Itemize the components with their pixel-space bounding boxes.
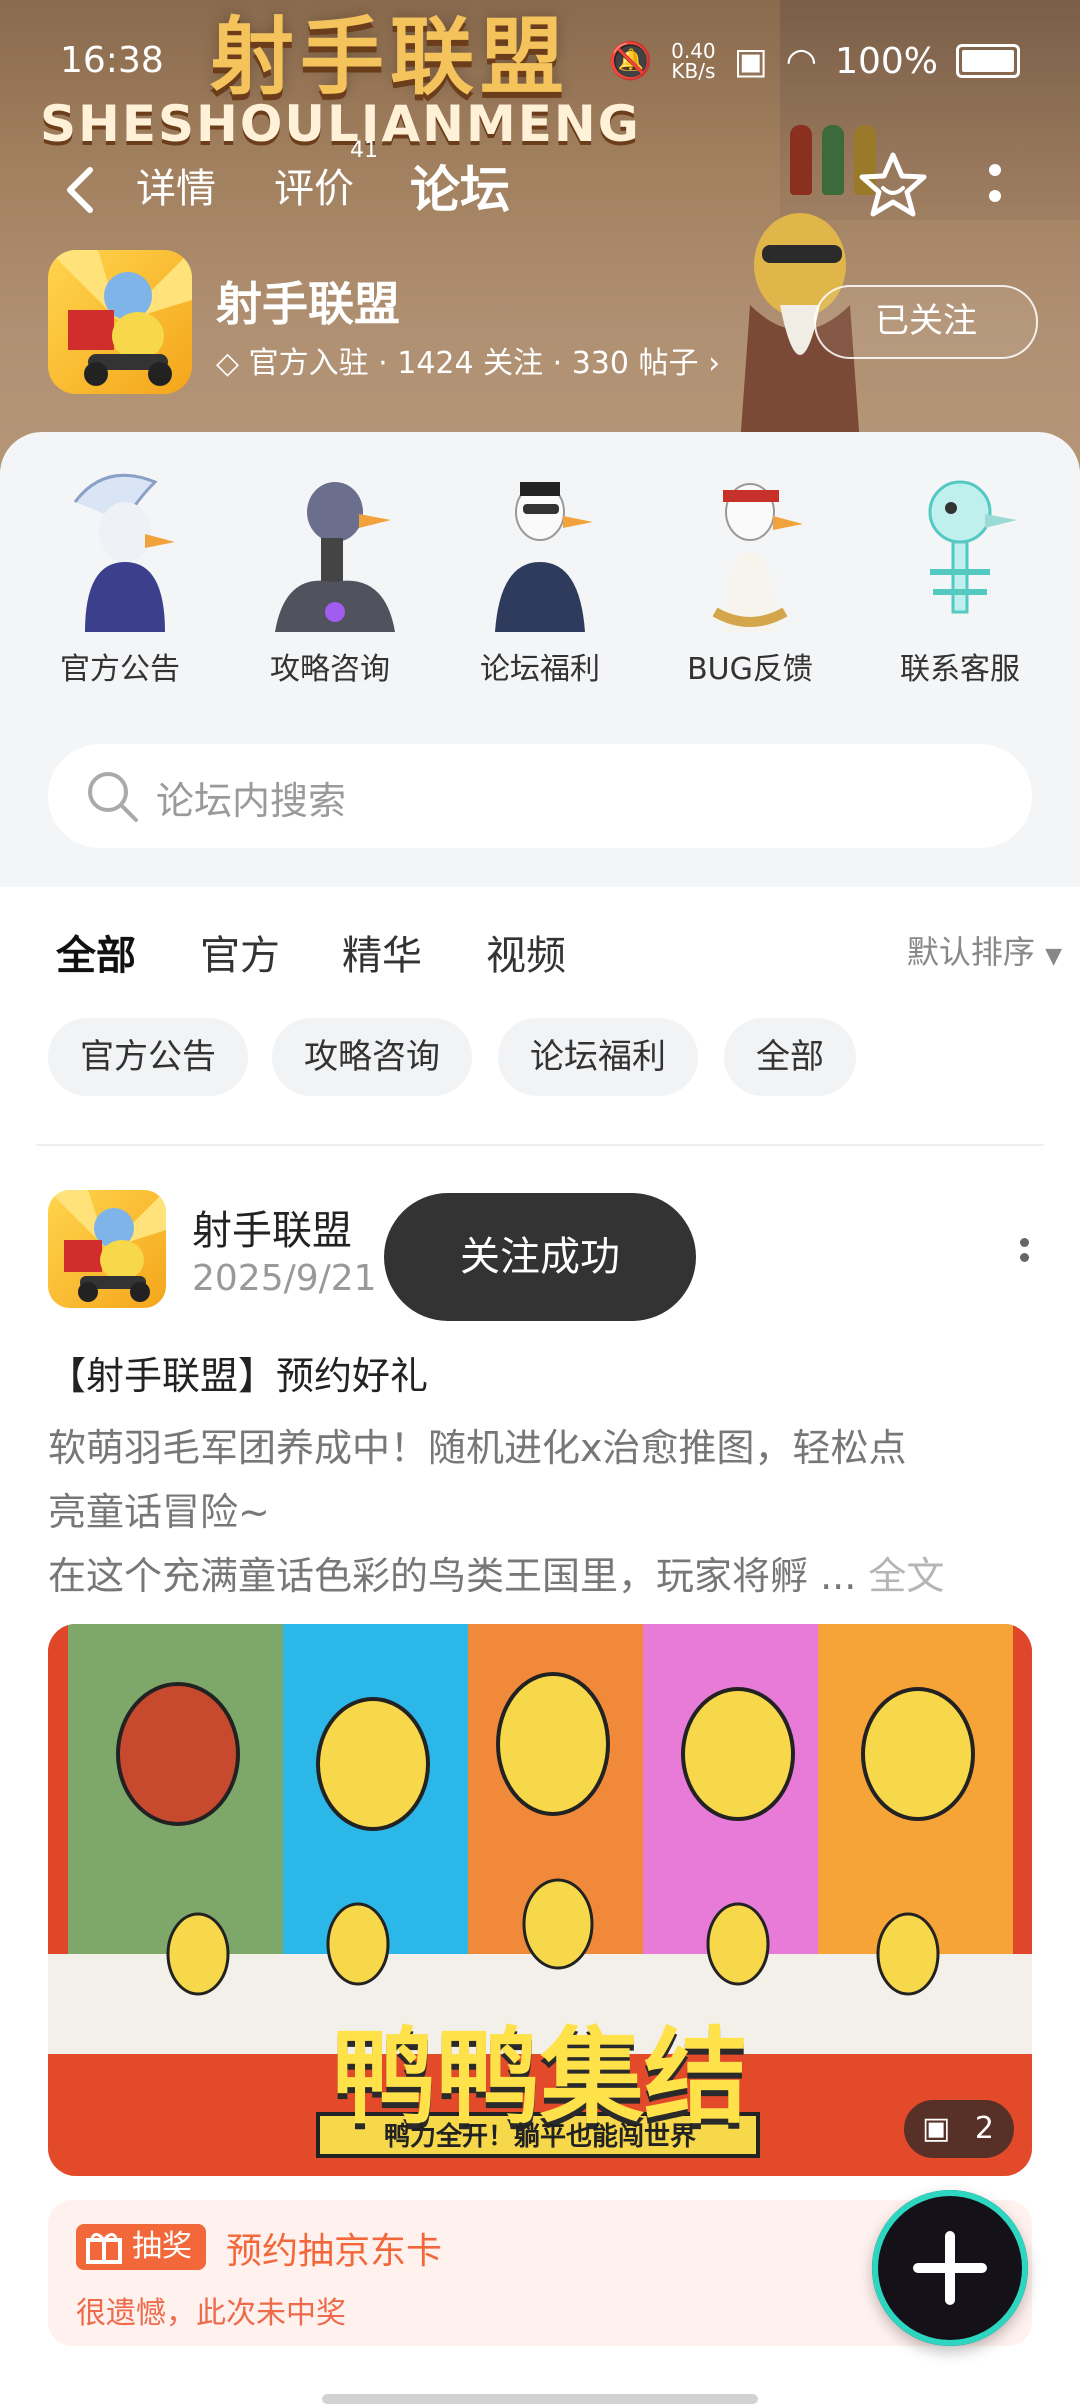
toast-follow-success: 关注成功 (384, 1193, 696, 1321)
game-icon[interactable] (48, 250, 192, 394)
duck-courier-icon (48, 250, 192, 386)
dot-icon (1019, 1238, 1029, 1247)
favorite-button[interactable] (858, 150, 928, 220)
tab-all[interactable]: 全部 (56, 923, 136, 987)
post-more-button[interactable] (1004, 1232, 1044, 1292)
divider (36, 1144, 1044, 1146)
chevron-left-icon (67, 167, 93, 213)
sort-label: 默认排序 (906, 933, 1035, 971)
robot-goose-icon (255, 462, 405, 632)
network-speed: 0.40 KB/s (671, 41, 716, 81)
post-date: 2025/9/21 (192, 1258, 377, 1299)
search-icon (88, 772, 138, 822)
feed-tabs: 全部 官方 精华 视频 默认排序 ▼ (0, 887, 1080, 997)
caret-down-icon: ▼ (1045, 944, 1062, 969)
clock: 16:38 (60, 40, 164, 81)
more-options-button[interactable] (960, 150, 1030, 220)
tab-featured[interactable]: 精华 (342, 923, 422, 981)
chip-announcements[interactable]: 官方公告 (48, 1018, 248, 1096)
image-gallery-icon: ▣ (922, 2111, 951, 2146)
image-count-badge[interactable]: ▣ 2 (904, 2100, 1014, 2158)
back-button[interactable] (60, 160, 110, 220)
sim-icon: ▣ (733, 40, 768, 82)
forum-search-input[interactable]: 论坛内搜索 (48, 744, 1032, 848)
network-speed-unit: KB/s (671, 59, 716, 83)
skeleton-goose-icon (885, 462, 1035, 632)
tab-reviews[interactable]: 评价 (274, 156, 354, 214)
tab-details[interactable]: 详情 (136, 156, 216, 214)
banner-subtitle: SHESHOULIANMENG (40, 95, 641, 153)
star-icon (859, 152, 927, 217)
game-info: 射手联盟 ◇ 官方入驻 · 1424 关注 · 330 帖子 › 已关注 (48, 250, 1038, 400)
create-post-button[interactable] (872, 2190, 1028, 2346)
post-body-line-last: 在这个充满童话色彩的鸟类王国里，玩家将孵 ... 全文 (48, 1544, 1048, 1608)
category-strategy[interactable]: 攻略咨询 (230, 462, 430, 688)
category-label: 攻略咨询 (270, 652, 390, 687)
status-icons: 🔕 0.40 KB/s ▣ ◠ 100% (608, 40, 1020, 82)
author-avatar[interactable] (48, 1190, 166, 1308)
tab-forum[interactable]: 论坛 (410, 150, 510, 224)
post-body[interactable]: 软萌羽毛军团养成中！随机进化x治愈推图，轻松点 亮童话冒险~ 在这个充满童话色彩… (48, 1416, 1048, 1608)
game-stats-link[interactable]: ◇ 官方入驻 · 1424 关注 · 330 帖子 › (216, 338, 720, 382)
tab-video[interactable]: 视频 (486, 923, 566, 981)
chip-all[interactable]: 全部 (724, 1018, 856, 1096)
category-label: 联系客服 (900, 652, 1020, 687)
mute-icon: 🔕 (608, 41, 654, 82)
diamond-icon: ◇ (216, 346, 240, 381)
category-welfare[interactable]: 论坛福利 (440, 462, 640, 688)
battery-percent: 100% (835, 40, 938, 82)
review-count-badge: 41 (350, 138, 378, 163)
post-body-line: 软萌羽毛军团养成中！随机进化x治愈推图，轻松点 (48, 1426, 907, 1470)
followed-button[interactable]: 已关注 (814, 285, 1038, 359)
gift-icon (86, 2233, 122, 2264)
wifi-icon: ◠ (785, 40, 818, 82)
dot-icon (1019, 1253, 1029, 1262)
top-navigation: 详情 评价 41 论坛 (0, 138, 1080, 230)
duck-courier-icon (48, 1190, 166, 1302)
chevron-right-icon: › (708, 346, 721, 381)
more-vertical-icon (989, 164, 1001, 202)
forum-category-panel: 官方公告 攻略咨询 论坛福利 BUG反馈 联系客服 论坛内搜索 (0, 432, 1080, 887)
battery-icon (956, 44, 1020, 78)
category-bug-report[interactable]: BUG反馈 (650, 462, 850, 688)
post-image[interactable]: 鸭鸭集结 鸭力全开！躺平也能闯世界 ▣ 2 (48, 1624, 1032, 2176)
lottery-result: 很遗憾，此次未中奖 (76, 2296, 346, 2331)
post-title[interactable]: 【射手联盟】预约好礼 (48, 1345, 428, 1400)
home-indicator[interactable] (322, 2394, 758, 2404)
category-label: BUG反馈 (687, 652, 813, 687)
headset-goose-icon (465, 462, 615, 632)
chip-strategy[interactable]: 攻略咨询 (272, 1018, 472, 1096)
status-bar: 16:38 🔕 0.40 KB/s ▣ ◠ 100% (0, 40, 1080, 90)
sort-dropdown[interactable]: 默认排序 ▼ (907, 927, 1062, 973)
chip-welfare[interactable]: 论坛福利 (498, 1018, 698, 1096)
full-text-link[interactable]: 全文 (868, 1554, 944, 1598)
lottery-tag: 抽奖 (76, 2224, 206, 2270)
image-subtitle: 鸭力全开！躺平也能闯世界 (383, 2122, 696, 2152)
lottery-tag-label: 抽奖 (132, 2229, 192, 2264)
post-body-line: 亮童话冒险~ (48, 1490, 270, 1534)
game-name: 射手联盟 (216, 277, 400, 331)
tab-official[interactable]: 官方 (200, 923, 280, 981)
search-placeholder: 论坛内搜索 (156, 779, 347, 823)
category-support[interactable]: 联系客服 (860, 462, 1060, 688)
headband-goose-icon (675, 462, 825, 632)
post-author[interactable]: 射手联盟 (192, 1198, 352, 1256)
blue-hair-goose-icon (45, 462, 195, 632)
post-body-line: 在这个充满童话色彩的鸟类王国里，玩家将孵 ... (48, 1554, 857, 1598)
category-label: 论坛福利 (480, 652, 600, 687)
plus-icon (913, 2231, 987, 2305)
category-announcements[interactable]: 官方公告 (20, 462, 220, 688)
category-label: 官方公告 (60, 652, 180, 687)
lottery-title: 预约抽京东卡 (226, 2231, 443, 2272)
game-stats: 官方入驻 · 1424 关注 · 330 帖子 (248, 346, 699, 381)
image-count: 2 (974, 2111, 994, 2146)
